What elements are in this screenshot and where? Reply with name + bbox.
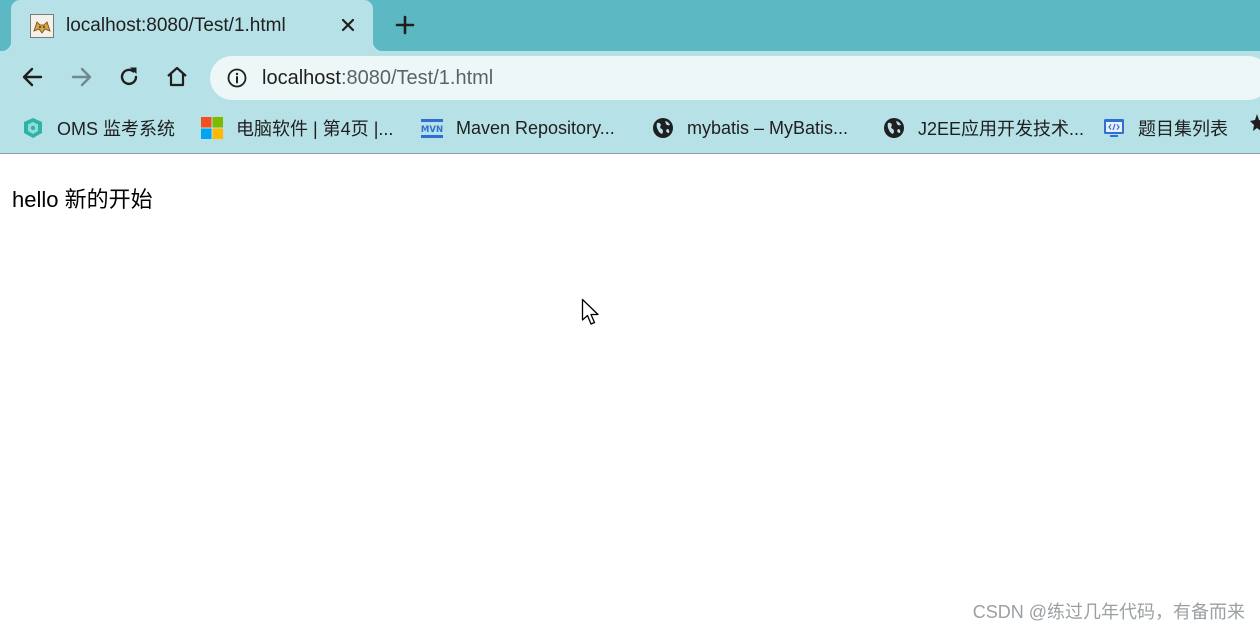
bookmark-problem-list[interactable]: 题目集列表 (1102, 114, 1228, 142)
bookmark-label: 题目集列表 (1138, 119, 1228, 139)
bookmark-j2ee[interactable]: J2EE应用开发技术... (882, 114, 1084, 142)
close-icon[interactable] (338, 15, 358, 35)
windows-logo-icon (201, 117, 223, 139)
bookmark-software[interactable]: 电脑软件 | 第4页 |... (200, 114, 393, 142)
bookmark-label: mybatis – MyBatis... (687, 117, 849, 138)
shield-icon (24, 118, 42, 138)
tab-title: localhost:8080/Test/1.html (66, 15, 286, 36)
tomcat-icon (30, 14, 54, 38)
browser-window: localhost:8080/Test/1.html localhost:808… (0, 0, 1260, 632)
reload-icon[interactable] (116, 64, 142, 90)
toolbar: localhost:8080/Test/1.html (0, 51, 1260, 104)
mouse-cursor-icon (581, 298, 599, 325)
new-tab-plus-icon[interactable] (393, 13, 417, 37)
back-arrow-icon[interactable] (20, 64, 46, 90)
code-window-icon (1104, 119, 1124, 137)
url-text[interactable]: localhost:8080/Test/1.html (262, 67, 493, 90)
bookmarks-bar: OMS 监考系统 电脑软件 | 第4页 |... MVN Maven Repos… (0, 104, 1260, 154)
page-content: hello 新的开始 CSDN @练过几年代码，有备而来 (0, 155, 1260, 632)
forward-arrow-icon[interactable] (68, 64, 94, 90)
home-icon[interactable] (164, 64, 190, 90)
info-icon[interactable] (226, 67, 248, 89)
url-host: localhost (262, 67, 341, 89)
bookmark-label: J2EE应用开发技术... (918, 119, 1085, 139)
tab-strip: localhost:8080/Test/1.html (0, 0, 1260, 51)
bookmark-label: OMS 监考系统 (57, 119, 176, 139)
bookmark-label: Maven Repository... (456, 117, 615, 138)
bookmark-oms[interactable]: OMS 监考系统 (21, 114, 175, 142)
page-body-text: hello 新的开始 (12, 187, 153, 212)
bookmark-overflow-icon[interactable] (1250, 112, 1260, 138)
svg-text:MVN: MVN (421, 125, 443, 135)
globe-icon (884, 118, 904, 138)
bookmark-maven[interactable]: MVN Maven Repository... (420, 114, 615, 142)
mvn-logo-icon: MVN (421, 119, 443, 138)
bookmark-label: 电脑软件 | 第4页 |... (236, 119, 394, 139)
bookmark-mybatis[interactable]: mybatis – MyBatis... (651, 114, 848, 142)
globe-icon (653, 118, 673, 138)
watermark: CSDN @练过几年代码，有备而来 (972, 602, 1245, 622)
address-bar[interactable]: localhost:8080/Test/1.html (210, 56, 1260, 100)
tab-active[interactable]: localhost:8080/Test/1.html (1, 0, 383, 51)
url-path: :8080/Test/1.html (340, 67, 494, 89)
